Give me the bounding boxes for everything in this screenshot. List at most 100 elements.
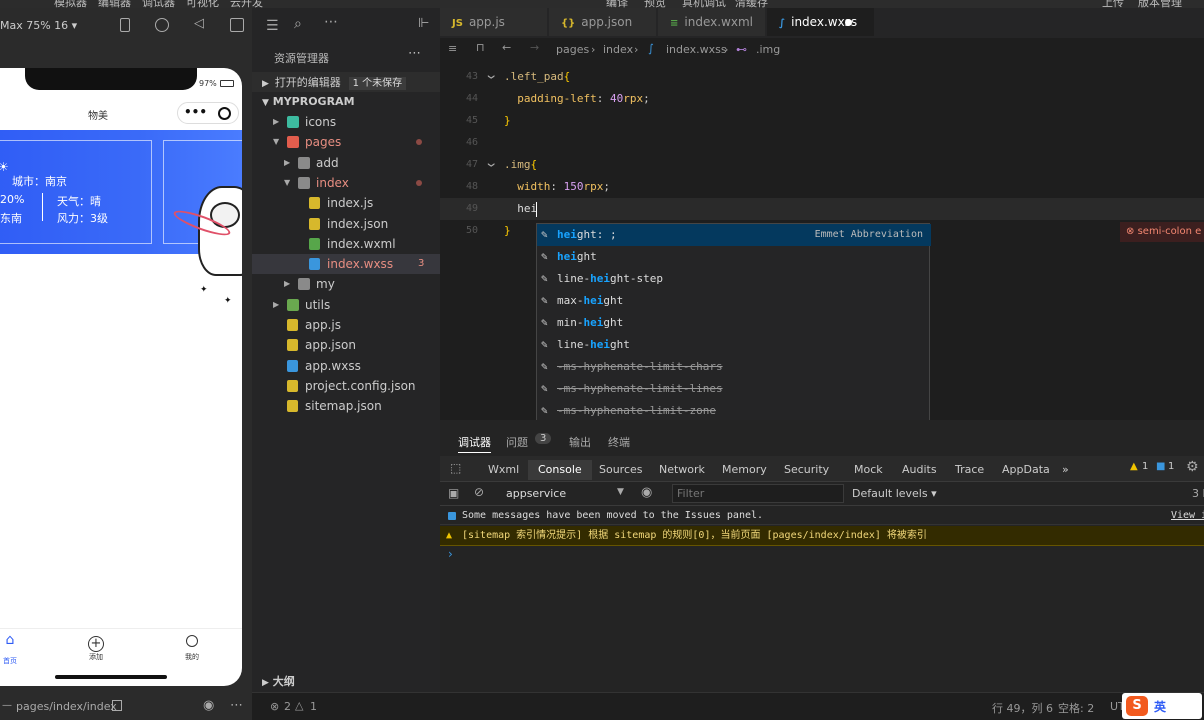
tree-item-sitemap-json[interactable]: sitemap.json <box>252 396 440 416</box>
info-count[interactable]: 1 <box>1168 461 1174 472</box>
cursor-position[interactable]: 行 49，列 6 <box>992 700 1053 716</box>
menu-debugger[interactable]: 调试器 <box>142 0 175 8</box>
device-select[interactable]: Max 75% 16 ▾ <box>0 19 77 32</box>
record-icon[interactable] <box>155 18 169 32</box>
files-icon[interactable]: ☰ <box>266 18 279 34</box>
autocomplete-item[interactable]: ✎ line-height <box>537 334 931 356</box>
panel-tab-output[interactable]: 输出 <box>569 434 591 450</box>
tab-index-wxss[interactable]: ∫ index.wxss <box>767 8 875 36</box>
fold-icon[interactable]: ❯ <box>480 74 502 79</box>
settings-icon[interactable]: ⚙ <box>1186 459 1199 475</box>
filter-input[interactable] <box>672 484 844 503</box>
autocomplete-item[interactable]: ✎ -ms-hyphenate-limit-zone <box>537 400 931 422</box>
capsule-menu[interactable]: ••• <box>177 102 239 124</box>
menu-version[interactable]: 版本管理 <box>1138 0 1182 8</box>
autocomplete-item[interactable]: ✎ max-height <box>537 290 931 312</box>
panel-tab-debugger[interactable]: 调试器 <box>458 434 491 453</box>
page-path[interactable]: pages/index/index <box>16 700 117 713</box>
sidebar-toggle-icon[interactable]: ▣ <box>448 486 459 500</box>
autocomplete-item[interactable]: ✎ -ms-hyphenate-limit-chars <box>537 356 931 378</box>
search-icon[interactable]: ⌕ <box>294 16 302 32</box>
forward-icon[interactable]: → <box>530 41 539 54</box>
menu-clear-cache[interactable]: 清缓存 <box>735 0 768 8</box>
popout-icon[interactable] <box>230 18 244 32</box>
bookmark-icon[interactable]: ⊓ <box>476 41 485 54</box>
menu-upload[interactable]: 上传 <box>1102 0 1124 8</box>
devtools-tab-audits[interactable]: Audits <box>902 460 937 480</box>
open-editors-section[interactable]: ▶ 打开的编辑器 1 个未保存 <box>252 72 440 92</box>
ime-indicator[interactable]: S 英 <box>1122 693 1202 719</box>
tab-add[interactable]: + 添加 <box>80 632 112 668</box>
devtools-tab-sources[interactable]: Sources <box>599 460 643 480</box>
autocomplete-item[interactable]: ✎ min-height <box>537 312 931 334</box>
levels-select[interactable]: Default levels ▾ <box>852 487 937 500</box>
copy-icon[interactable] <box>112 700 122 711</box>
devtools-tab-memory[interactable]: Memory <box>722 460 767 480</box>
code-area[interactable]: 43 ❯ .left_pad{44 padding-left: 40rpx; 45} 4… <box>440 66 1204 246</box>
devtools-tab-console[interactable]: Console <box>528 460 592 480</box>
project-section[interactable]: ▼ MYPROGRAM <box>252 92 440 112</box>
more-icon[interactable]: ⋯ <box>230 698 243 713</box>
more-icon[interactable]: ⋯ <box>324 14 338 30</box>
breadcrumb-file[interactable]: index.wxss <box>666 43 727 56</box>
breadcrumb-pages[interactable]: pages <box>556 43 589 56</box>
tree-item-utils[interactable]: ▶ utils <box>252 295 440 315</box>
clear-icon[interactable]: ⊘ <box>474 485 484 499</box>
phone-icon[interactable] <box>120 18 130 32</box>
menu-visual[interactable]: 可视化 <box>186 0 219 8</box>
tree-item-index-json[interactable]: index.json <box>252 214 440 234</box>
tree-item-index[interactable]: ▼ index <box>252 173 440 193</box>
tab-mine[interactable]: 我的 <box>176 632 208 668</box>
tab-index-wxml[interactable]: ≡ index.wxml <box>658 8 766 36</box>
close-mini-icon[interactable] <box>218 107 231 120</box>
fold-icon[interactable]: ❯ <box>480 162 502 167</box>
console-prompt[interactable]: › <box>448 547 453 561</box>
more-tabs-icon[interactable]: » <box>1062 460 1069 480</box>
breadcrumb-selector[interactable]: .img <box>756 43 780 56</box>
breadcrumb-index[interactable]: index <box>603 43 633 56</box>
tree-item-pages[interactable]: ▼ pages <box>252 132 440 152</box>
view-issues-link[interactable]: View i <box>1171 507 1204 525</box>
tree-item-app-js[interactable]: app.js <box>252 315 440 335</box>
autocomplete-item[interactable]: ✎ height: ; Emmet Abbreviation <box>537 224 931 246</box>
tree-item-icons[interactable]: ▶ icons <box>252 112 440 132</box>
devtools-tab-trace[interactable]: Trace <box>955 460 984 480</box>
devtools-tab-wxml[interactable]: Wxml <box>488 460 519 480</box>
outline-section[interactable]: ▶ 大纲 <box>252 672 440 692</box>
tab-home[interactable]: ⌂ 首页 <box>0 632 26 668</box>
eye-icon[interactable]: ◉ <box>203 698 214 713</box>
devtools-tab-network[interactable]: Network <box>659 460 705 480</box>
autocomplete-item[interactable]: ✎ line-height-step <box>537 268 931 290</box>
tree-item-index-wxss[interactable]: index.wxss 3 <box>252 254 440 275</box>
menu-preview[interactable]: 预览 <box>644 0 666 8</box>
tree-item-app-wxss[interactable]: app.wxss <box>252 356 440 376</box>
tab-app-json[interactable]: {} app.json <box>549 8 657 36</box>
volume-icon[interactable]: ◁ <box>194 16 204 31</box>
tree-item-app-json[interactable]: app.json <box>252 335 440 355</box>
error-count[interactable]: 2 <box>284 700 291 713</box>
tree-item-index-wxml[interactable]: index.wxml <box>252 234 440 254</box>
tree-item-project-config-json[interactable]: project.config.json <box>252 376 440 396</box>
tab-app-js[interactable]: JS app.js <box>440 8 548 36</box>
autocomplete-item[interactable]: ✎ height <box>537 246 931 268</box>
inspect-icon[interactable]: ⬚ <box>450 461 461 475</box>
menu-real-debug[interactable]: 真机调试 <box>682 0 726 8</box>
unsaved-dot[interactable] <box>845 19 852 26</box>
context-select[interactable]: appservice <box>506 487 566 500</box>
panel-tab-terminal[interactable]: 终端 <box>608 434 630 450</box>
warning-count[interactable]: 1 <box>310 700 317 713</box>
devtools-tab-appdata[interactable]: AppData <box>1002 460 1050 480</box>
tree-item-index-js[interactable]: index.js <box>252 193 440 213</box>
devtools-tab-mock[interactable]: Mock <box>854 460 883 480</box>
back-icon[interactable]: ← <box>502 41 511 54</box>
indent-setting[interactable]: 空格: 2 <box>1058 700 1094 716</box>
eye-icon[interactable]: ◉ <box>641 485 652 500</box>
more-icon[interactable]: ••• <box>184 105 207 119</box>
explorer-more-icon[interactable]: ⋯ <box>408 46 421 61</box>
menu-compile[interactable]: 编译 <box>606 0 628 8</box>
split-icon[interactable]: ⊩ <box>418 16 429 31</box>
warning-count[interactable]: 1 <box>1142 461 1148 472</box>
devtools-tab-security[interactable]: Security <box>784 460 829 480</box>
menu-simulator[interactable]: 模拟器 <box>54 0 87 8</box>
menu-cloud[interactable]: 云开发 <box>230 0 263 8</box>
